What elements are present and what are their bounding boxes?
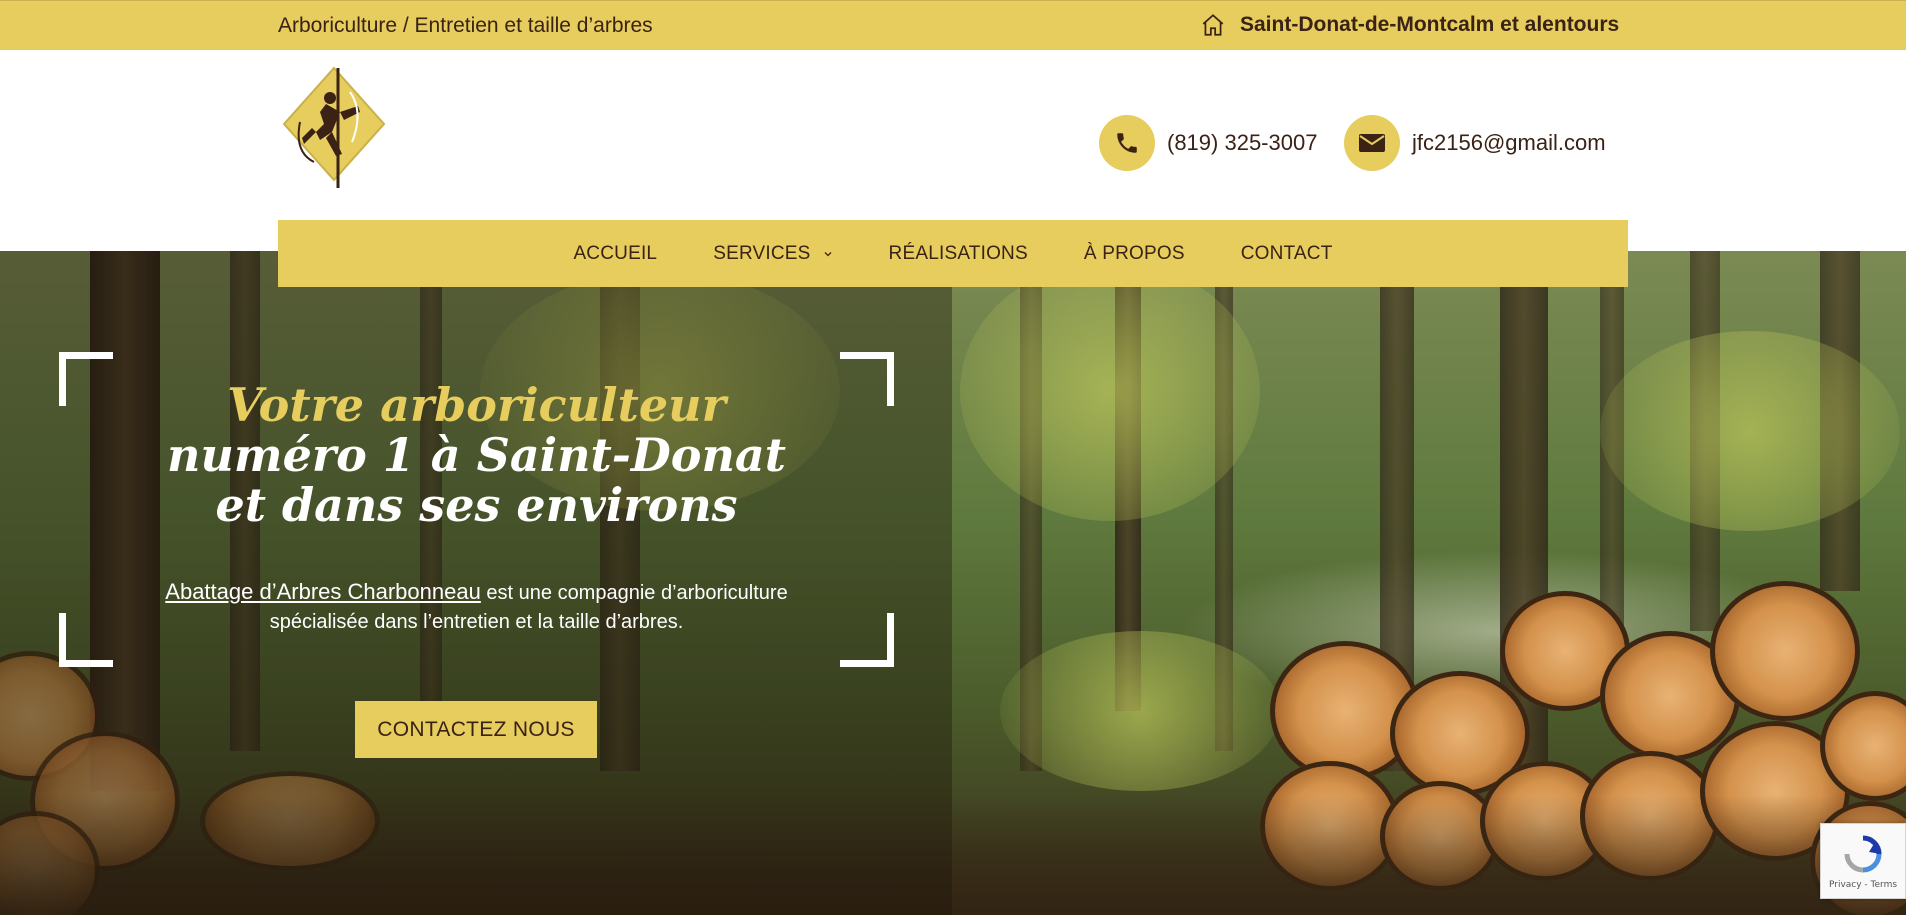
hero-title-line1: Votre arboriculteur xyxy=(227,378,726,432)
company-name-link[interactable]: Abattage d’Arbres Charbonneau xyxy=(165,579,481,604)
bracket-top-right xyxy=(840,352,894,406)
recaptcha-links[interactable]: Privacy - Terms xyxy=(1829,880,1897,890)
nav-item-contact[interactable]: CONTACT xyxy=(1241,243,1333,265)
location-info: Saint-Donat-de-Montcalm et alentours xyxy=(1200,12,1619,38)
email-address[interactable]: jfc2156@gmail.com xyxy=(1412,130,1606,156)
arborist-climber-logo[interactable] xyxy=(280,62,388,190)
chevron-down-icon xyxy=(824,251,832,256)
hero-title-line2: numéro 1 à Saint-Donat xyxy=(167,428,786,482)
tagline: Arboriculture / Entretien et taille d’ar… xyxy=(278,14,653,37)
nav-item-a-propos[interactable]: À PROPOS xyxy=(1084,243,1185,265)
hero-description: Abattage d’Arbres Charbonneau est une co… xyxy=(150,577,803,637)
phone-number[interactable]: (819) 325-3007 xyxy=(1167,130,1317,156)
hero-title-line3: et dans ses environs xyxy=(215,478,738,532)
top-bar: Arboriculture / Entretien et taille d’ar… xyxy=(0,0,1906,50)
email-icon-circle xyxy=(1344,115,1400,171)
bracket-top-left xyxy=(59,352,113,406)
bracket-bottom-right xyxy=(840,613,894,667)
email-contact[interactable]: jfc2156@gmail.com xyxy=(1344,115,1606,171)
envelope-icon xyxy=(1359,134,1385,152)
home-icon xyxy=(1202,14,1224,36)
recaptcha-badge[interactable]: Privacy - Terms xyxy=(1820,823,1906,899)
nav-item-realisations[interactable]: RÉALISATIONS xyxy=(889,243,1028,265)
hero-title: Votre arboriculteur numéro 1 à Saint-Don… xyxy=(120,380,833,530)
location-text: Saint-Donat-de-Montcalm et alentours xyxy=(1240,13,1620,36)
phone-icon-circle xyxy=(1099,115,1155,171)
recaptcha-icon xyxy=(1844,835,1882,873)
main-nav: ACCUEIL SERVICES RÉALISATIONS À PROPOS C… xyxy=(278,220,1628,287)
bracket-bottom-left xyxy=(59,613,113,667)
nav-item-accueil[interactable]: ACCUEIL xyxy=(573,243,657,265)
phone-contact[interactable]: (819) 325-3007 xyxy=(1099,115,1317,171)
phone-icon xyxy=(1117,133,1137,153)
nav-item-services[interactable]: SERVICES xyxy=(713,243,832,265)
contact-us-button[interactable]: CONTACTEZ NOUS xyxy=(355,701,597,758)
